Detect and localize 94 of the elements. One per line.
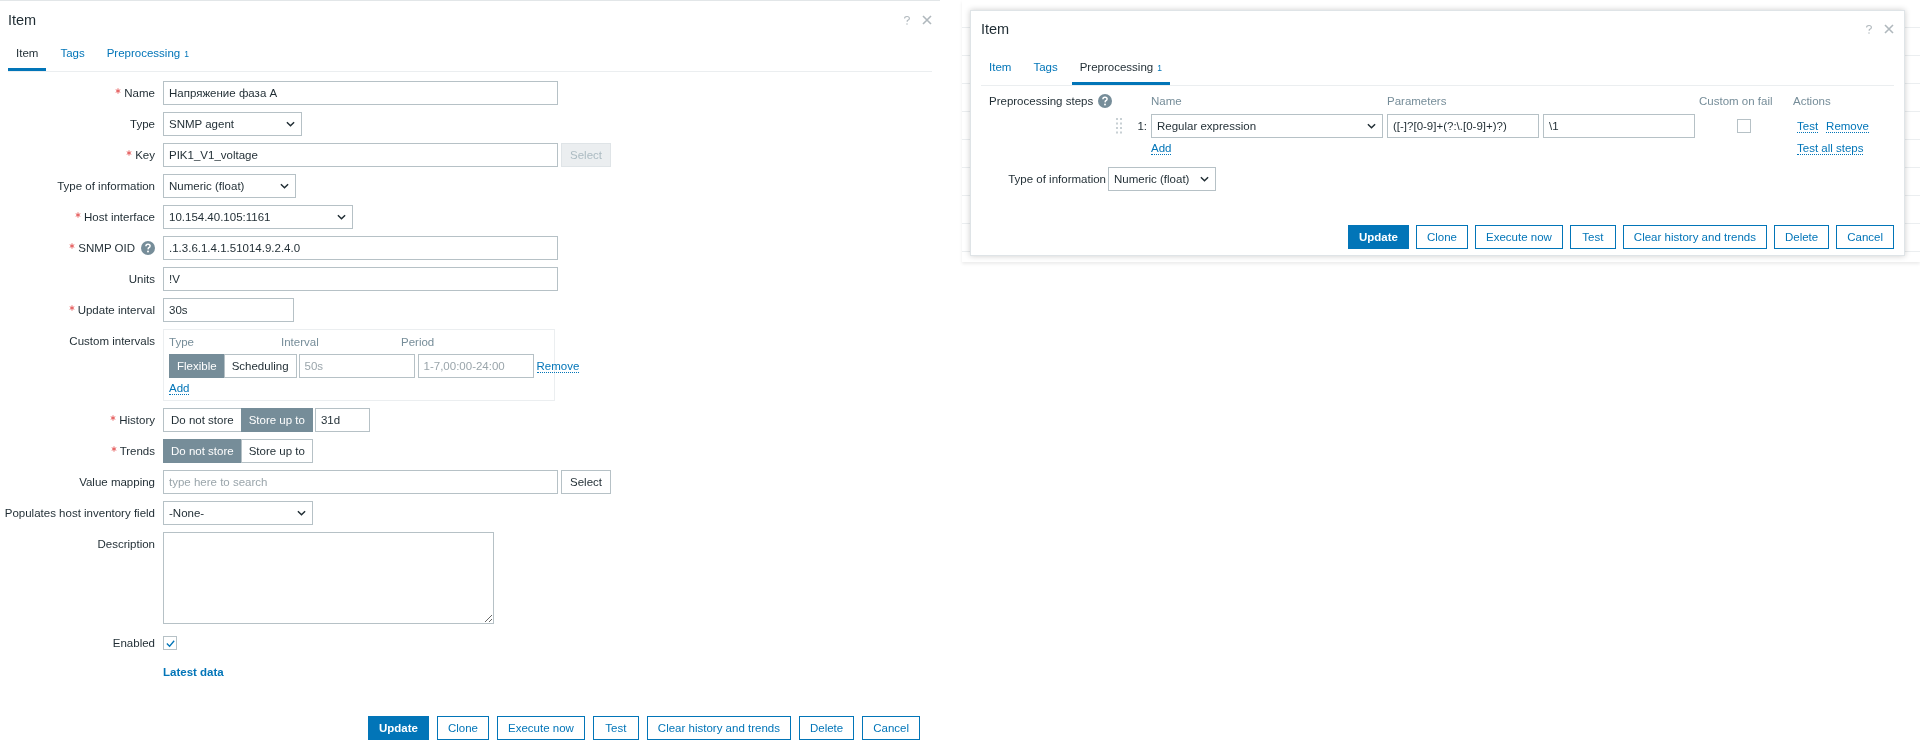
input-field[interactable]: 50s [298,354,415,378]
input-field[interactable]: PIK1_V1_voltage [163,143,558,167]
dropdown[interactable]: SNMP agent [163,112,302,136]
column-header: Name [1151,95,1183,107]
dropdown[interactable]: -None- [163,501,313,525]
dialog-button[interactable]: Update [367,716,429,740]
field-label: Trends [119,445,155,457]
chevron-down-icon [286,121,295,127]
dialog-button[interactable]: Clone [1415,225,1468,249]
column-header: Parameters [1387,95,1448,107]
dialog-button[interactable]: Cancel [1836,225,1894,249]
input-field[interactable]: !V [163,267,558,291]
field-label: Host interface [84,211,155,223]
select-button[interactable]: Select [561,470,611,494]
segment-button[interactable]: Do not store [163,408,242,432]
close-icon[interactable] [1884,24,1894,34]
field-label: History [119,414,155,426]
dialog-button[interactable]: Clear history and trends [1622,225,1767,249]
field-label: Value mapping [79,476,155,488]
help-icon[interactable] [1098,94,1113,108]
input-field[interactable]: 31d [314,408,370,432]
input-field[interactable]: \1 [1543,114,1695,138]
column-header: Custom on fail [1699,95,1774,107]
dialog-button[interactable]: Cancel [862,716,920,740]
chevron-down-icon [1200,176,1209,182]
dialog-button[interactable]: Test [592,716,639,740]
dialog-button[interactable]: Delete [1773,225,1830,249]
help-icon[interactable] [141,241,155,255]
help-icon[interactable] [1865,23,1873,35]
tab[interactable]: Preprocessing 1 [98,39,197,71]
dialog-title: Item [8,12,37,28]
dialog-button[interactable]: Execute now [1475,225,1563,249]
chevron-down-icon [337,214,346,220]
field-label: Populates host inventory field [4,507,155,519]
field-label: Description [97,538,155,550]
field-label: Type [130,118,155,130]
dropdown[interactable]: 10.154.40.105:1161 [163,205,353,229]
tab[interactable]: Item [981,53,1020,85]
latest-data-link[interactable]: Latest data [163,666,224,678]
drag-handle-icon[interactable] [1116,118,1122,134]
tab[interactable]: Tags [1025,53,1066,85]
column-header: Type [169,336,195,348]
dialog-button[interactable]: Delete [798,716,855,740]
field-label: Key [135,149,155,161]
dropdown[interactable]: Numeric (float) [1108,167,1216,191]
close-icon[interactable] [922,15,932,25]
step-number: 1: [1136,120,1147,132]
input-field[interactable]: type here to search [163,470,558,494]
segment-button[interactable]: Scheduling [223,354,297,378]
dropdown[interactable]: Numeric (float) [163,174,296,198]
checkbox[interactable] [1737,119,1751,133]
column-header: Actions [1793,95,1832,107]
description-field[interactable] [163,532,494,624]
chevron-down-icon [1367,123,1376,129]
column-header: Interval [281,336,320,348]
dialog-button[interactable]: Update [1347,225,1409,249]
dialog-button[interactable]: Test [1569,225,1616,249]
field-label: Units [128,273,155,285]
dialog-button[interactable]: Clear history and trends [646,716,791,740]
field-label: Update interval [77,304,155,316]
segment-button[interactable]: Store up to [240,408,313,432]
field-label: SNMP OID [78,242,135,254]
dropdown[interactable]: Regular expression [1151,114,1383,138]
field-label: Enabled [112,637,155,649]
test-all-steps-link[interactable]: Test all steps [1797,142,1864,155]
add-link[interactable]: Add [169,382,190,395]
input-field[interactable]: .1.3.6.1.4.1.51014.9.2.4.0 [163,236,558,260]
field-label: Preprocessing steps [989,95,1094,107]
input-field[interactable]: 30s [163,298,294,322]
segment-button[interactable]: Flexible [169,354,225,378]
input-field[interactable]: 1-7,00:00-24:00 [417,354,534,378]
field-label: Custom intervals [69,335,155,347]
field-label: Name [124,87,155,99]
chevron-down-icon [297,510,306,516]
remove-link[interactable]: Remove [536,359,580,373]
dialog-button[interactable]: Execute now [497,716,585,740]
dialog-title: Item [981,21,1010,37]
tab[interactable]: Item [8,39,47,71]
input-field[interactable]: Напряжение фаза А [163,81,558,105]
field-label: Type of information [1008,173,1106,185]
dialog-button[interactable]: Clone [436,716,489,740]
tab[interactable]: Tags [52,39,93,71]
segment-button[interactable]: Store up to [240,439,313,463]
field-label: Type of information [57,180,155,192]
help-icon[interactable] [903,14,911,26]
action-link[interactable]: Remove [1826,119,1869,133]
segment-button[interactable]: Do not store [163,439,242,463]
column-header: Period [401,336,435,348]
input-field[interactable]: ([-]?[0-9]+(?:\.[0-9]+)?) [1387,114,1539,138]
tab[interactable]: Preprocessing 1 [1071,53,1170,85]
checkbox[interactable] [163,636,177,650]
add-link[interactable]: Add [1151,142,1172,155]
chevron-down-icon [280,183,289,189]
action-link[interactable]: Test [1797,119,1819,133]
